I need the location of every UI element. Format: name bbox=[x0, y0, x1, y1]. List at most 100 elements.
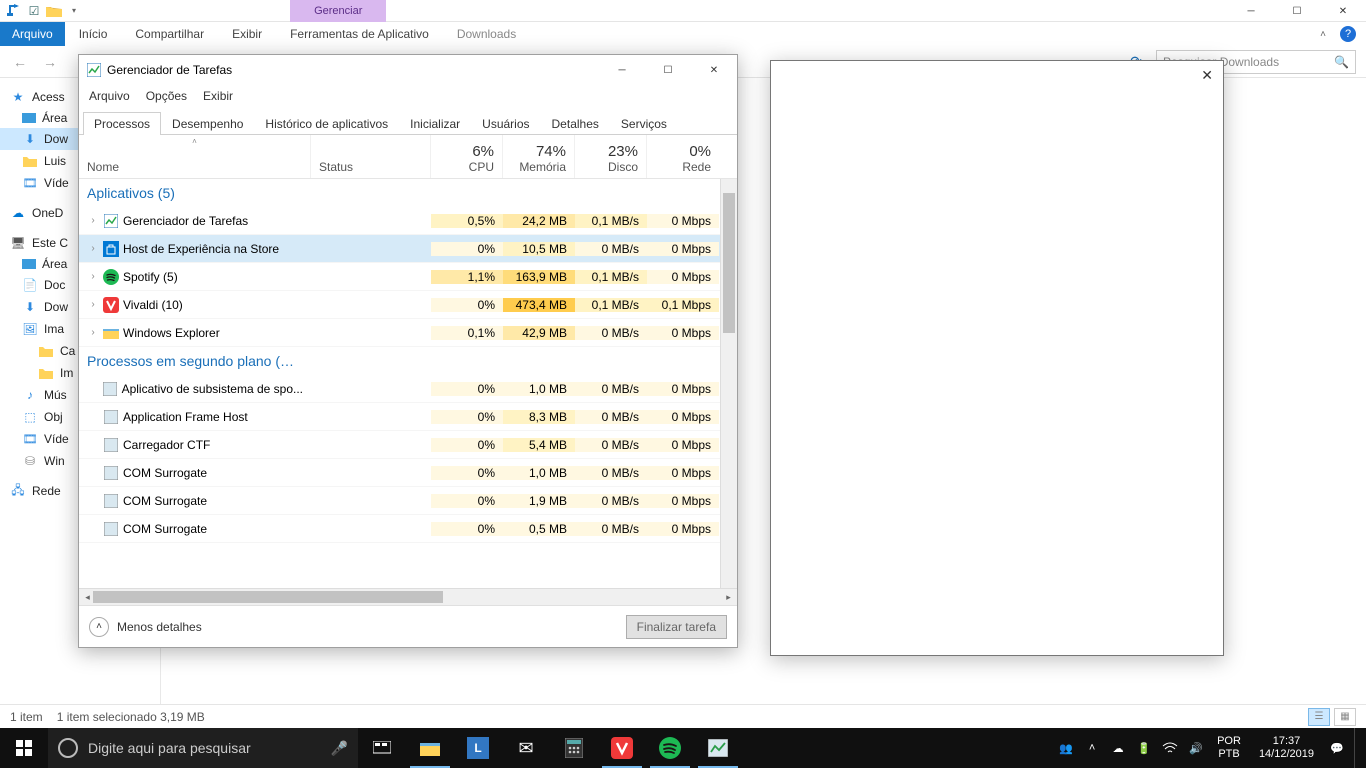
taskbar-explorer[interactable] bbox=[406, 728, 454, 768]
documents-icon: 📄 bbox=[22, 277, 38, 293]
close-button[interactable]: ✕ bbox=[691, 55, 737, 85]
net-cell: 0 Mbps bbox=[647, 494, 719, 508]
tab-performance[interactable]: Desempenho bbox=[161, 112, 254, 135]
process-row[interactable]: COM Surrogate0%1,0 MB0 MB/s0 Mbps bbox=[79, 459, 720, 487]
task-view-button[interactable] bbox=[358, 728, 406, 768]
chevron-right-icon[interactable]: › bbox=[87, 327, 99, 338]
folder-icon bbox=[38, 365, 54, 381]
drive-icon: ⛁ bbox=[22, 453, 38, 469]
chevron-right-icon[interactable]: › bbox=[87, 243, 99, 254]
ribbon-collapse-icon[interactable]: ˄ bbox=[1320, 29, 1326, 40]
process-row[interactable]: ›Gerenciador de Tarefas0,5%24,2 MB0,1 MB… bbox=[79, 207, 720, 235]
chevron-right-icon[interactable]: › bbox=[87, 299, 99, 310]
onedrive-tray-icon[interactable]: ☁ bbox=[1109, 739, 1127, 757]
process-name: COM Surrogate bbox=[123, 466, 207, 480]
menu-file[interactable]: Arquivo bbox=[89, 89, 130, 103]
nav-back-icon[interactable]: ← bbox=[10, 52, 30, 72]
net-cell: 0 Mbps bbox=[647, 270, 719, 284]
onedrive-icon: ☁ bbox=[10, 205, 26, 221]
disk-cell: 0 MB/s bbox=[575, 494, 647, 508]
menu-view[interactable]: Exibir bbox=[203, 89, 233, 103]
column-network[interactable]: 0%Rede bbox=[647, 135, 719, 178]
volume-icon[interactable]: 🔊 bbox=[1187, 739, 1205, 757]
process-name: Spotify (5) bbox=[123, 270, 178, 284]
ribbon-tab-home[interactable]: Início bbox=[65, 22, 122, 46]
people-icon[interactable]: 👥 bbox=[1057, 739, 1075, 757]
view-details-button[interactable]: ☰ bbox=[1308, 708, 1330, 726]
notifications-icon[interactable]: 💬 bbox=[1328, 739, 1346, 757]
process-row[interactable]: COM Surrogate0%0,5 MB0 MB/s0 Mbps bbox=[79, 515, 720, 543]
taskbar-spotify[interactable] bbox=[646, 728, 694, 768]
start-button[interactable] bbox=[0, 728, 48, 768]
taskbar-vivaldi[interactable] bbox=[598, 728, 646, 768]
fewer-details-label: Menos detalhes bbox=[117, 620, 202, 634]
minimize-button[interactable]: ─ bbox=[1228, 0, 1274, 22]
maximize-button[interactable]: ☐ bbox=[645, 55, 691, 85]
tray-overflow-icon[interactable]: ˄ bbox=[1083, 739, 1101, 757]
ribbon-tab-view[interactable]: Exibir bbox=[218, 22, 276, 46]
view-large-button[interactable]: ▦ bbox=[1334, 708, 1356, 726]
maximize-button[interactable]: ☐ bbox=[1274, 0, 1320, 22]
download-icon: ⬇ bbox=[22, 299, 38, 315]
battery-icon[interactable]: 🔋 bbox=[1135, 739, 1153, 757]
ribbon-tab-file[interactable]: Arquivo bbox=[0, 22, 65, 46]
horizontal-scrollbar[interactable]: ◂ ▸ bbox=[79, 588, 737, 605]
taskbar-app-l[interactable]: L bbox=[454, 728, 502, 768]
ribbon-tab-apptools[interactable]: Gerenciar Ferramentas de Aplicativo bbox=[276, 22, 443, 46]
desktop-icon bbox=[22, 259, 36, 269]
cpu-cell: 0% bbox=[431, 298, 503, 312]
process-row[interactable]: ›Windows Explorer0,1%42,9 MB0 MB/s0 Mbps bbox=[79, 319, 720, 347]
taskbar-mail[interactable]: ✉ bbox=[502, 728, 550, 768]
tab-startup[interactable]: Inicializar bbox=[399, 112, 471, 135]
show-desktop-button[interactable] bbox=[1354, 728, 1360, 768]
process-row[interactable]: Application Frame Host0%8,3 MB0 MB/s0 Mb… bbox=[79, 403, 720, 431]
properties-icon[interactable]: ☑ bbox=[26, 3, 42, 19]
column-disk[interactable]: 23%Disco bbox=[575, 135, 647, 178]
column-cpu[interactable]: 6%CPU bbox=[431, 135, 503, 178]
mem-cell: 0,5 MB bbox=[503, 522, 575, 536]
process-row[interactable]: Aplicativo de subsistema de spo...0%1,0 … bbox=[79, 375, 720, 403]
column-status[interactable]: Status bbox=[311, 135, 431, 178]
tab-processes[interactable]: Processos bbox=[83, 112, 161, 135]
taskbar-calculator[interactable] bbox=[550, 728, 598, 768]
close-icon[interactable]: ✕ bbox=[1201, 67, 1213, 84]
chevron-right-icon[interactable]: › bbox=[87, 215, 99, 226]
clock[interactable]: 17:37 14/12/2019 bbox=[1253, 735, 1320, 761]
taskbar-taskmgr[interactable] bbox=[694, 728, 742, 768]
wifi-icon[interactable] bbox=[1161, 739, 1179, 757]
taskbar-search[interactable]: Digite aqui para pesquisar 🎤 bbox=[48, 728, 358, 768]
search-icon: 🔍 bbox=[1334, 55, 1349, 69]
tab-services[interactable]: Serviços bbox=[610, 112, 678, 135]
mem-cell: 163,9 MB bbox=[503, 270, 575, 284]
minimize-button[interactable]: ─ bbox=[599, 55, 645, 85]
process-row[interactable]: Carregador CTF0%5,4 MB0 MB/s0 Mbps bbox=[79, 431, 720, 459]
disk-cell: 0 MB/s bbox=[575, 522, 647, 536]
fewer-details-button[interactable]: ˄ Menos detalhes bbox=[89, 617, 202, 637]
end-task-button[interactable]: Finalizar tarefa bbox=[626, 615, 727, 639]
process-row[interactable]: ›Vivaldi (10)0%473,4 MB0,1 MB/s0,1 Mbps bbox=[79, 291, 720, 319]
ribbon-tab-share[interactable]: Compartilhar bbox=[121, 22, 218, 46]
process-row[interactable]: COM Surrogate0%1,9 MB0 MB/s0 Mbps bbox=[79, 487, 720, 515]
scroll-right-icon[interactable]: ▸ bbox=[720, 589, 737, 605]
column-name[interactable]: ˄ Nome bbox=[79, 135, 311, 178]
mic-icon[interactable]: 🎤 bbox=[331, 740, 348, 757]
menu-options[interactable]: Opções bbox=[146, 89, 187, 103]
vertical-scrollbar[interactable] bbox=[720, 179, 737, 588]
status-selection: 1 item selecionado 3,19 MB bbox=[57, 710, 205, 724]
process-row[interactable]: ›Host de Experiência na Store0%10,5 MB0 … bbox=[79, 235, 720, 263]
process-row[interactable]: ›Spotify (5)1,1%163,9 MB0,1 MB/s0 Mbps bbox=[79, 263, 720, 291]
qat-dropdown-icon[interactable]: ▾ bbox=[66, 3, 82, 19]
chevron-right-icon[interactable]: › bbox=[87, 271, 99, 282]
tab-users[interactable]: Usuários bbox=[471, 112, 540, 135]
column-memory[interactable]: 74%Memória bbox=[503, 135, 575, 178]
cpu-cell: 0% bbox=[431, 522, 503, 536]
help-icon[interactable]: ? bbox=[1340, 26, 1356, 42]
app-icon bbox=[103, 437, 119, 453]
process-name: Carregador CTF bbox=[123, 438, 210, 452]
language-indicator[interactable]: POR PTB bbox=[1213, 735, 1245, 761]
tab-details[interactable]: Detalhes bbox=[541, 112, 610, 135]
close-button[interactable]: ✕ bbox=[1320, 0, 1366, 22]
tab-history[interactable]: Histórico de aplicativos bbox=[254, 112, 399, 135]
app-icon bbox=[103, 297, 119, 313]
mem-cell: 473,4 MB bbox=[503, 298, 575, 312]
